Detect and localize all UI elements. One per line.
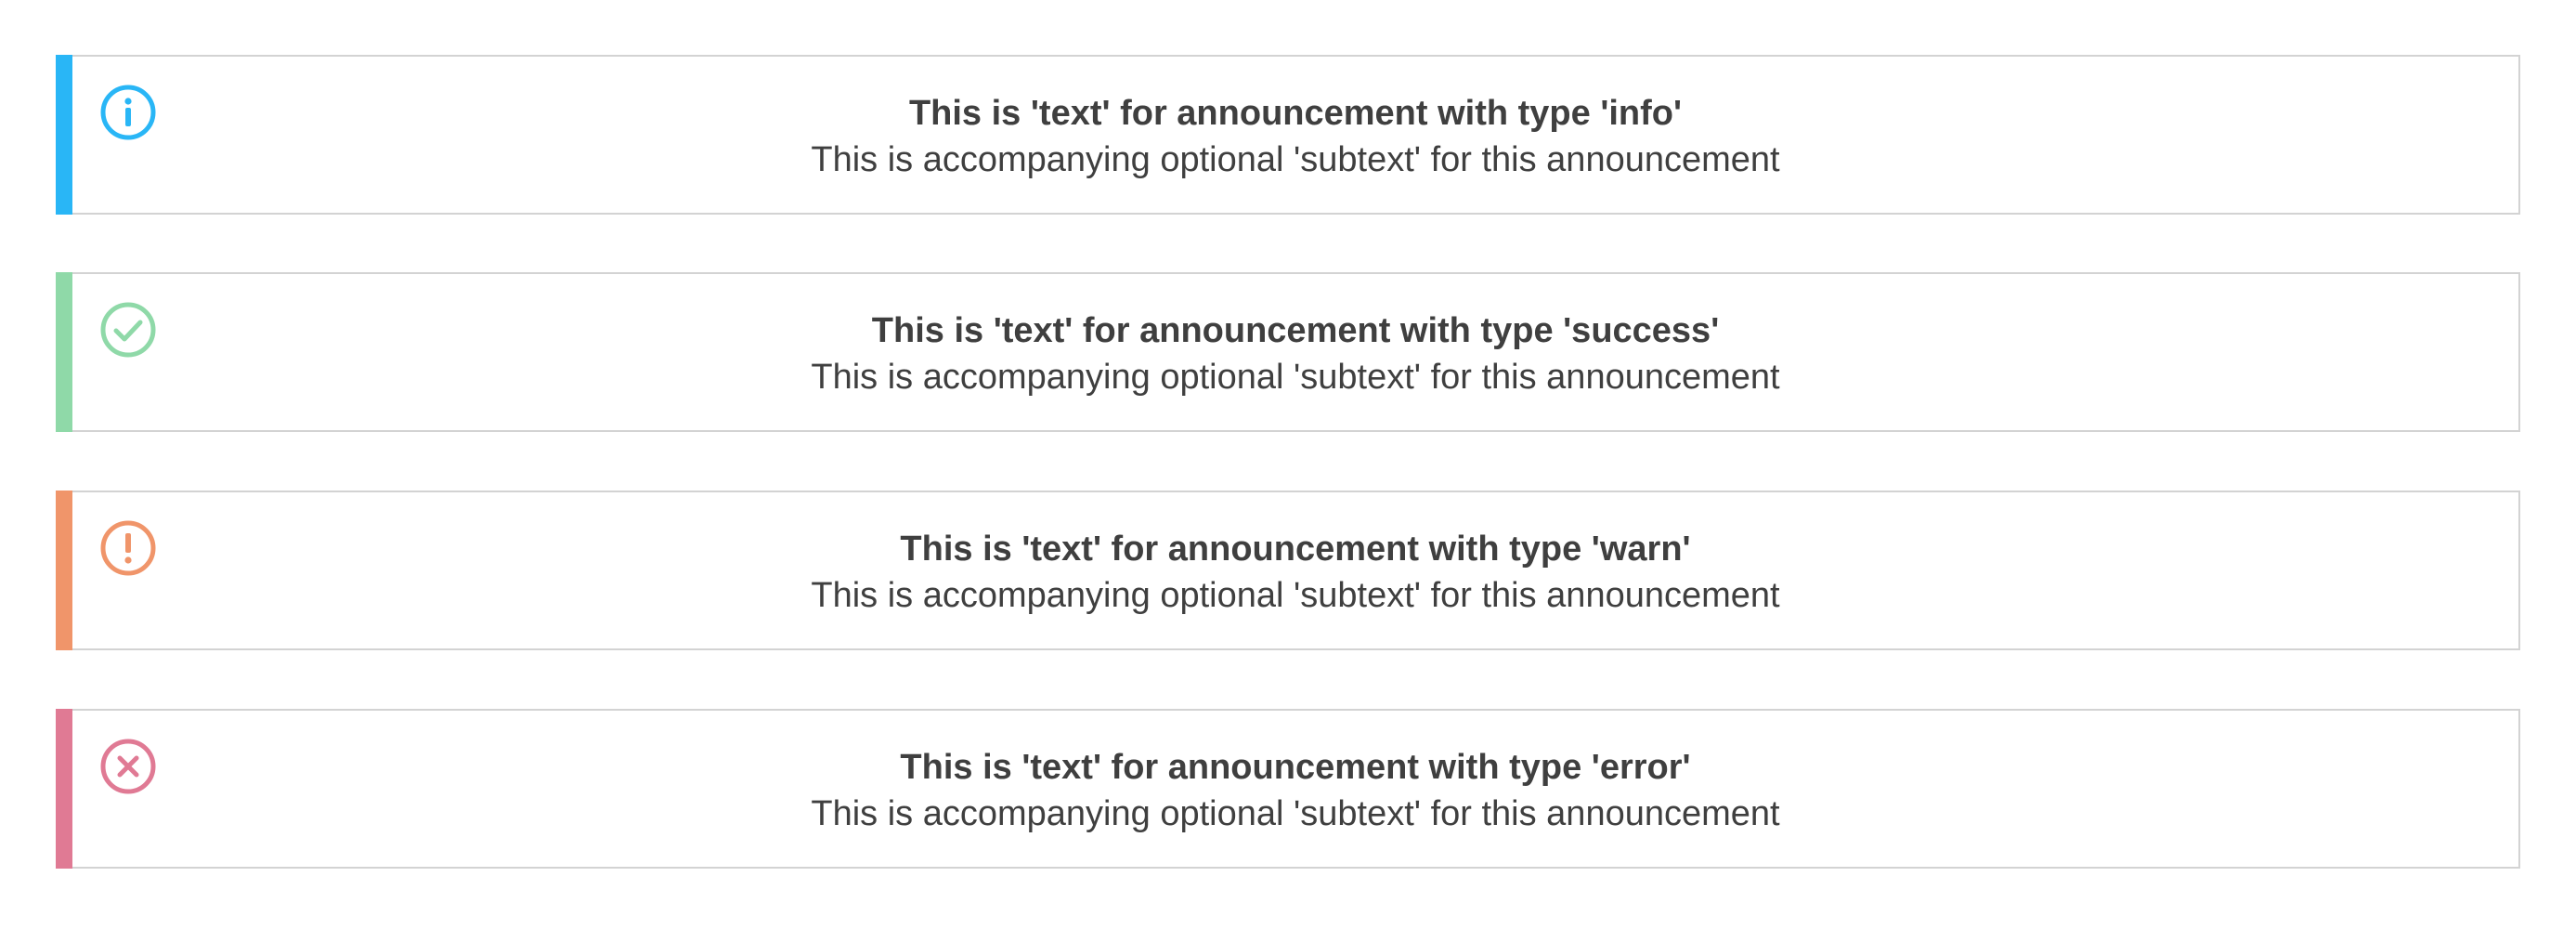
announcement-error: This is 'text' for announcement with typ… — [56, 709, 2520, 869]
announcement-accent-bar — [56, 272, 72, 432]
announcement-accent-bar — [56, 55, 72, 215]
announcement-content: This is 'text' for announcement with typ… — [72, 746, 2518, 839]
announcement-text: This is 'text' for announcement with typ… — [900, 748, 1691, 787]
announcement-text: This is 'text' for announcement with typ… — [900, 530, 1691, 569]
announcement-content: This is 'text' for announcement with typ… — [72, 528, 2518, 621]
announcement-content: This is 'text' for announcement with typ… — [72, 92, 2518, 185]
announcement-subtext: This is accompanying optional 'subtext' … — [811, 576, 1780, 615]
announcement-info: This is 'text' for announcement with typ… — [56, 55, 2520, 215]
announcements-page: This is 'text' for announcement with typ… — [0, 0, 2576, 942]
announcement-text: This is 'text' for announcement with typ… — [908, 94, 1683, 133]
announcement-content: This is 'text' for announcement with typ… — [72, 309, 2518, 402]
announcement-subtext: This is accompanying optional 'subtext' … — [811, 358, 1780, 397]
announcement-success: This is 'text' for announcement with typ… — [56, 272, 2520, 432]
announcement-warn: This is 'text' for announcement with typ… — [56, 491, 2520, 650]
announcement-text: This is 'text' for announcement with typ… — [871, 311, 1720, 350]
announcement-subtext: This is accompanying optional 'subtext' … — [811, 794, 1780, 833]
announcement-subtext: This is accompanying optional 'subtext' … — [811, 140, 1780, 179]
announcement-accent-bar — [56, 491, 72, 650]
announcement-accent-bar — [56, 709, 72, 869]
